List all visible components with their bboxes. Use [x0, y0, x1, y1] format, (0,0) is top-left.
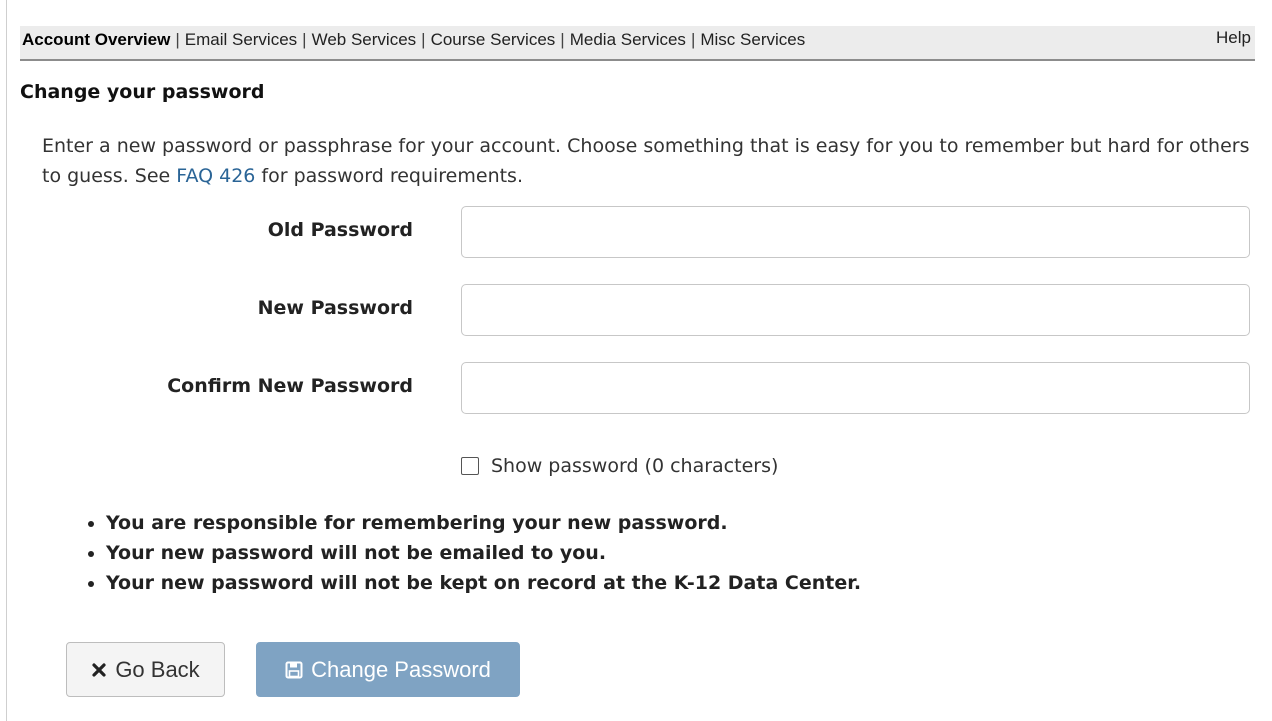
old-password-label: Old Password	[267, 219, 413, 241]
change-password-label: Change Password	[311, 656, 491, 682]
list-item: You are responsible for remembering your…	[106, 508, 861, 538]
page: Account Overview | Email Services | Web Serv…	[0, 0, 1272, 721]
nav-item-email-services[interactable]: Email Services	[185, 30, 297, 49]
old-password-field[interactable]	[461, 206, 1250, 258]
intro-text-part: for password requirements.	[255, 165, 523, 187]
confirm-password-field[interactable]	[461, 362, 1250, 414]
page-title: Change your password	[20, 81, 265, 103]
confirm-password-label: Confirm New Password	[167, 375, 413, 397]
nav-item-web-services[interactable]: Web Services	[312, 30, 417, 49]
nav-item-course-services[interactable]: Course Services	[431, 30, 556, 49]
nav-links: Account Overview | Email Services | Web Serv…	[22, 30, 805, 50]
intro-text: Enter a new password or passphrase for y…	[42, 131, 1252, 191]
nav-item-account-overview[interactable]: Account Overview	[22, 30, 170, 49]
show-password-control: Show password (0 characters)	[461, 455, 778, 477]
show-password-checkbox[interactable]	[461, 457, 479, 475]
top-navigation: Account Overview | Email Services | Web Serv…	[20, 26, 1255, 61]
faq-link[interactable]: FAQ 426	[176, 165, 255, 187]
new-password-field[interactable]	[461, 284, 1250, 336]
nav-item-misc-services[interactable]: Misc Services	[700, 30, 805, 49]
nav-separator: |	[175, 30, 180, 49]
password-notes: You are responsible for remembering your…	[82, 508, 861, 598]
change-password-button[interactable]: Change Password	[256, 642, 520, 697]
help-link[interactable]: Help	[1216, 28, 1251, 48]
list-item: Your new password will not be kept on re…	[106, 568, 861, 598]
new-password-label: New Password	[257, 297, 413, 319]
nav-separator: |	[302, 30, 307, 49]
show-password-label[interactable]: Show password (0 characters)	[491, 455, 778, 477]
nav-separator: |	[560, 30, 565, 49]
save-icon	[285, 661, 303, 679]
close-icon	[91, 662, 107, 678]
left-border	[6, 0, 7, 721]
go-back-label: Go Back	[115, 656, 200, 682]
list-item: Your new password will not be emailed to…	[106, 538, 861, 568]
nav-separator: |	[421, 30, 426, 49]
nav-item-media-services[interactable]: Media Services	[570, 30, 686, 49]
go-back-button[interactable]: Go Back	[66, 642, 225, 697]
nav-separator: |	[690, 30, 696, 49]
